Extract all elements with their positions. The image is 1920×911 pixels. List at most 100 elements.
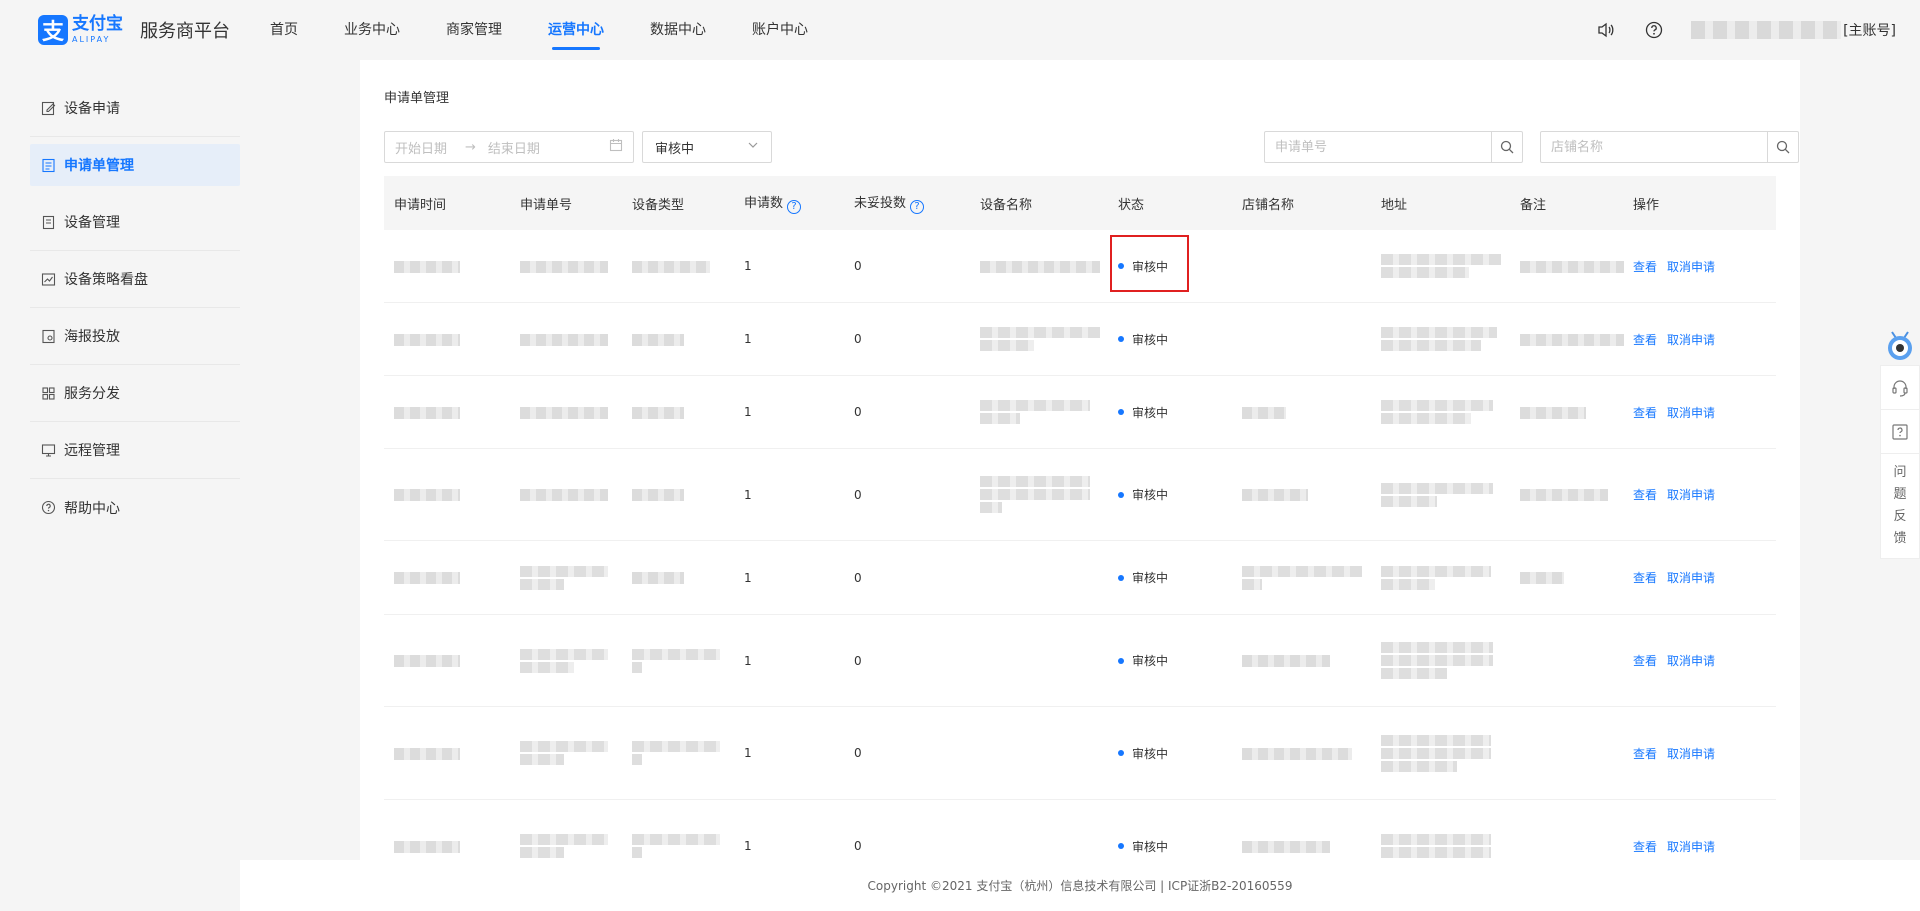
blurred-device-type	[632, 260, 710, 273]
undelivered-cell: 0	[854, 653, 862, 668]
end-date-placeholder[interactable]: 结束日期	[488, 138, 540, 157]
view-link[interactable]: 查看	[1633, 406, 1657, 420]
view-link[interactable]: 查看	[1633, 260, 1657, 274]
status-badge: 审核中	[1118, 569, 1232, 586]
page-title: 申请单管理	[384, 91, 450, 106]
undelivered-cell: 0	[854, 570, 862, 585]
help-icon[interactable]	[1643, 19, 1665, 41]
col-undelivered-count: 未妥投数?	[844, 192, 970, 214]
cancel-application-link[interactable]: 取消申请	[1667, 571, 1715, 585]
arrow-right-icon: →	[465, 139, 476, 155]
account-name-blurred[interactable]	[1691, 21, 1842, 39]
col-device-type: 设备类型	[632, 197, 685, 213]
status-badge: 审核中	[1118, 838, 1232, 855]
sidebar-item-label: 远程管理	[64, 443, 120, 459]
col-apply-time: 申请时间	[394, 197, 447, 213]
cancel-application-link[interactable]: 取消申请	[1667, 654, 1715, 668]
store-name-input[interactable]	[1541, 132, 1767, 162]
view-link[interactable]: 查看	[1633, 488, 1657, 502]
blurred-order-number	[520, 260, 608, 273]
right-float-toolbar: 问 题 反 馈	[1880, 325, 1920, 559]
start-date-placeholder[interactable]: 开始日期	[395, 138, 447, 157]
nav-data-center[interactable]: 数据中心	[650, 0, 706, 60]
view-link[interactable]: 查看	[1633, 571, 1657, 585]
search-icon[interactable]	[1767, 132, 1798, 162]
view-link[interactable]: 查看	[1633, 840, 1657, 854]
sidebar-item-device-apply[interactable]: 设备申请	[30, 80, 240, 137]
col-order-number: 申请单号	[520, 197, 573, 213]
undelivered-cell: 0	[854, 259, 862, 273]
nav-business-center[interactable]: 业务中心	[344, 0, 400, 60]
sidebar-item-application-management[interactable]: 申请单管理	[30, 144, 240, 186]
nav-home[interactable]: 首页	[270, 0, 298, 60]
cancel-application-link[interactable]: 取消申请	[1667, 747, 1715, 761]
sidebar: 设备申请 申请单管理 设备管理 设备策略看盘 海报投放 服务分发 远程管理 帮助…	[30, 80, 240, 536]
status-highlight-box	[1110, 235, 1189, 292]
view-link[interactable]: 查看	[1633, 333, 1657, 347]
speaker-icon[interactable]	[1595, 19, 1617, 41]
order-number-search	[1264, 131, 1523, 163]
top-header: 支 支付宝 ALIPAY 服务商平台 首页 业务中心 商家管理 运营中心 数据中…	[0, 0, 1920, 60]
col-device-name: 设备名称	[980, 197, 1033, 213]
blurred-remark	[1520, 260, 1624, 273]
table-row: 1 0 审核中 查看 取消申请	[384, 376, 1776, 449]
customer-service-icon[interactable]	[1881, 366, 1919, 410]
nav-operation-center[interactable]: 运营中心	[548, 0, 604, 60]
sidebar-item-poster-delivery[interactable]: 海报投放	[30, 308, 240, 365]
cancel-application-link[interactable]: 取消申请	[1667, 840, 1715, 854]
table-header: 申请时间 申请单号 设备类型 申请数? 未妥投数? 设备名称 状态 店铺名称 地…	[384, 176, 1776, 230]
assistant-robot-icon[interactable]	[1880, 325, 1920, 365]
table-row: 1 0 审核中 查看 取消申请	[384, 303, 1776, 376]
col-remark: 备注	[1520, 197, 1547, 213]
cancel-application-link[interactable]: 取消申请	[1667, 406, 1715, 420]
search-icon[interactable]	[1491, 132, 1522, 162]
document-icon	[40, 157, 56, 173]
help-icon	[40, 500, 56, 516]
status-badge: 审核中	[1118, 652, 1232, 669]
undelivered-cell: 0	[854, 332, 862, 346]
account-type-label: [主账号]	[1843, 23, 1896, 39]
cancel-application-link[interactable]: 取消申请	[1667, 260, 1715, 274]
date-range-picker[interactable]: 开始日期 → 结束日期	[384, 131, 634, 163]
apply-count-cell: 1	[744, 839, 752, 853]
order-number-input[interactable]	[1265, 132, 1491, 162]
sidebar-item-device-management[interactable]: 设备管理	[30, 194, 240, 251]
question-icon[interactable]: ?	[787, 199, 802, 214]
cancel-application-link[interactable]: 取消申请	[1667, 488, 1715, 502]
nav-account-center[interactable]: 账户中心	[752, 0, 808, 60]
status-select[interactable]: 审核中	[642, 131, 772, 163]
table-row: 1 0 审核中 查看 取消申请	[384, 541, 1776, 615]
sidebar-item-label: 设备策略看盘	[64, 272, 148, 288]
sidebar-item-remote-management[interactable]: 远程管理	[30, 422, 240, 479]
col-apply-count: 申请数?	[734, 192, 844, 214]
question-icon[interactable]: ?	[910, 199, 925, 214]
apply-count-cell: 1	[744, 653, 752, 668]
edit-icon	[40, 100, 56, 116]
main-panel: 申请单管理 开始日期 → 结束日期 审核中 申请时间 申请单号 设备类型 申请数…	[360, 60, 1800, 860]
platform-title: 服务商平台	[140, 21, 230, 42]
table-row: 1 0 审核中 查看 取消申请	[384, 615, 1776, 707]
view-link[interactable]: 查看	[1633, 654, 1657, 668]
apply-count-cell: 1	[744, 259, 752, 273]
sidebar-item-service-distribution[interactable]: 服务分发	[30, 365, 240, 422]
nav-merchant-management[interactable]: 商家管理	[446, 0, 502, 60]
status-select-value: 审核中	[655, 141, 695, 157]
sidebar-item-help-center[interactable]: 帮助中心	[30, 479, 240, 536]
logo-en-text: ALIPAY	[72, 35, 111, 44]
sidebar-item-device-strategy-dashboard[interactable]: 设备策略看盘	[30, 251, 240, 308]
undelivered-cell: 0	[854, 839, 862, 853]
status-badge: 审核中	[1118, 331, 1232, 348]
alipay-logo[interactable]: 支 支付宝 ALIPAY	[38, 15, 123, 45]
undelivered-cell: 0	[854, 487, 862, 502]
view-link[interactable]: 查看	[1633, 747, 1657, 761]
undelivered-cell: 0	[854, 746, 862, 760]
status-badge: 审核中	[1118, 745, 1232, 762]
feedback-button[interactable]: 问 题 反 馈	[1881, 454, 1919, 558]
footer: Copyright ©2021 支付宝（杭州）信息技术有限公司 | ICP证浙B…	[240, 860, 1920, 911]
top-nav: 首页 业务中心 商家管理 运营中心 数据中心 账户中心	[270, 0, 854, 60]
question-icon[interactable]	[1881, 410, 1919, 454]
table-row: 1 0 审核中 查看 取消申请	[384, 707, 1776, 800]
filter-bar: 开始日期 → 结束日期 审核中	[384, 131, 1799, 163]
cancel-application-link[interactable]: 取消申请	[1667, 333, 1715, 347]
apply-count-cell: 1	[744, 332, 752, 346]
